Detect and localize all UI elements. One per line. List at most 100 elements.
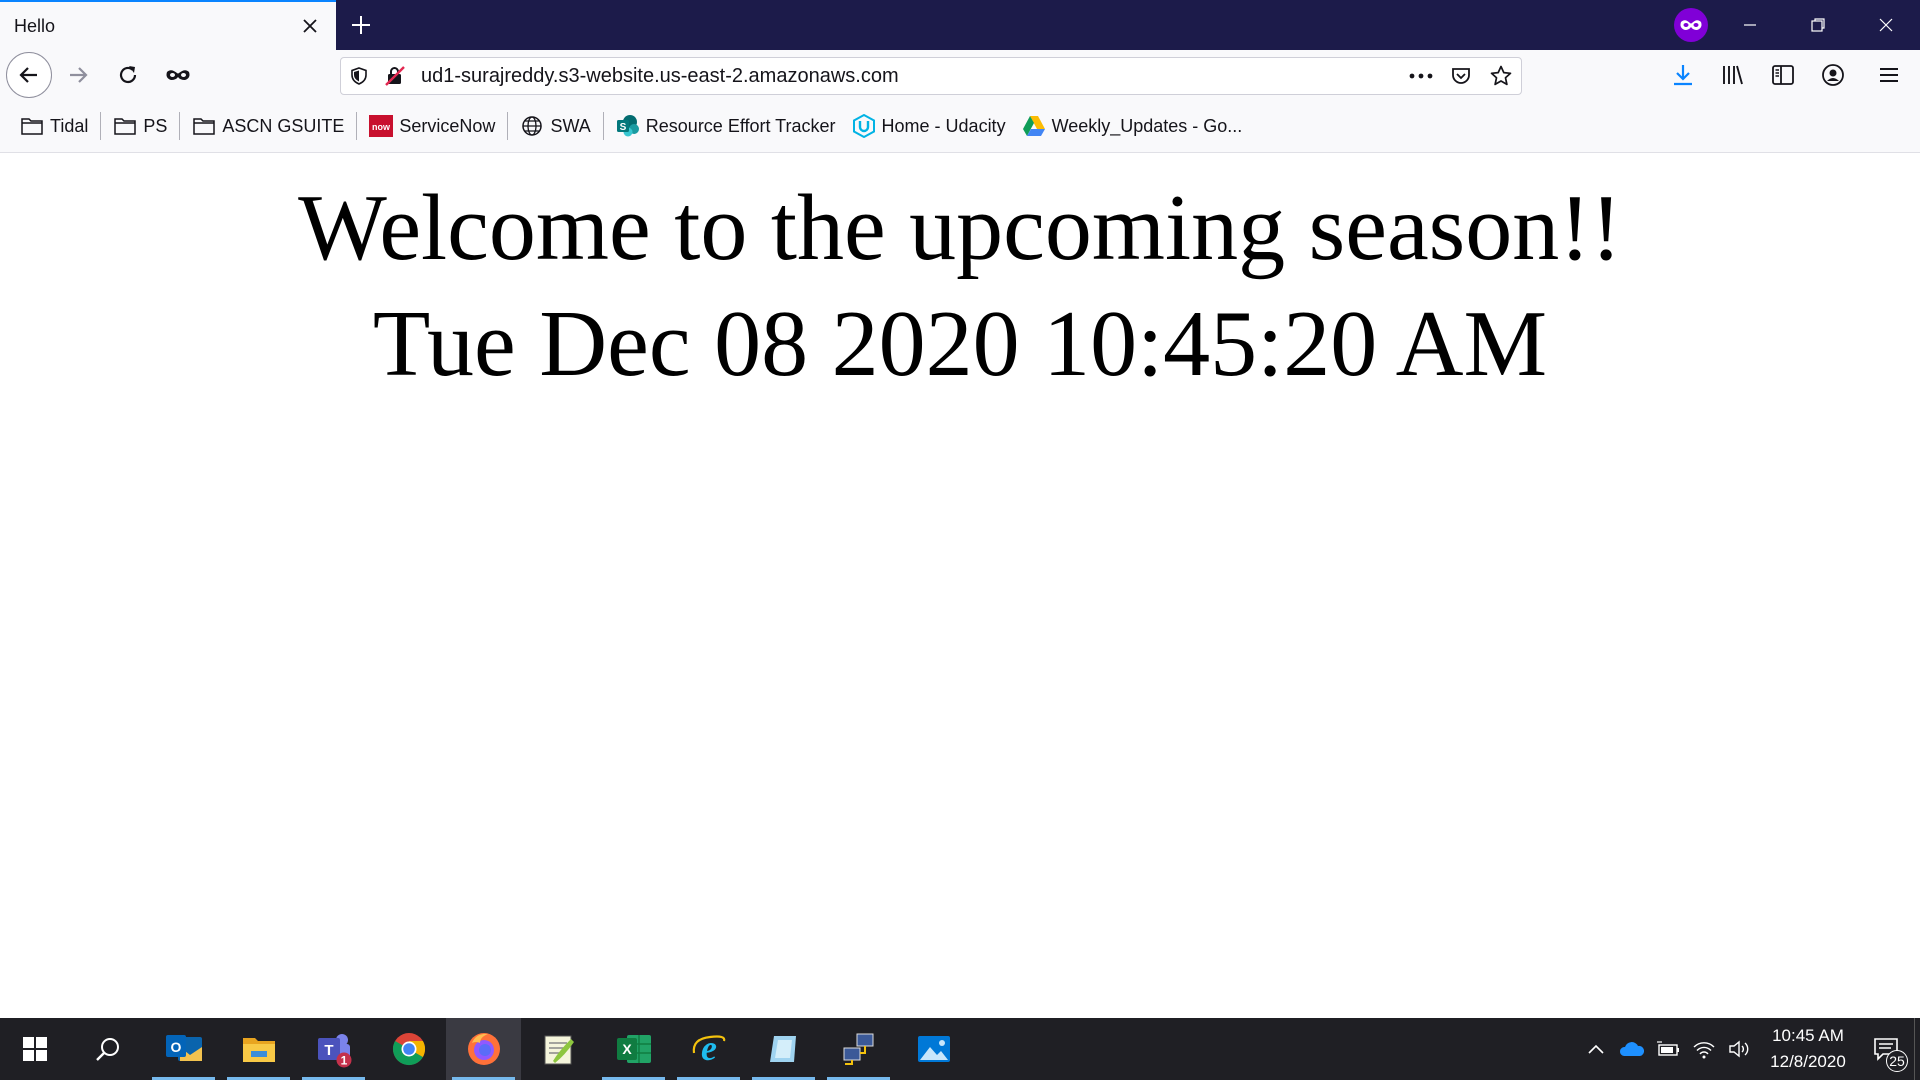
- bookmark-weekly-updates[interactable]: Weekly_Updates - Go...: [1014, 106, 1251, 146]
- taskbar-excel[interactable]: X: [596, 1018, 671, 1080]
- reload-button[interactable]: [104, 51, 152, 99]
- wifi-icon[interactable]: [1686, 1018, 1722, 1080]
- private-browsing-icon: [1666, 0, 1716, 50]
- download-icon[interactable]: [1659, 51, 1707, 99]
- search-icon: [96, 1038, 119, 1061]
- reload-icon: [119, 66, 137, 84]
- teams-icon: T1: [317, 1034, 351, 1068]
- clock-date: 12/8/2020: [1770, 1052, 1846, 1071]
- system-tray: 10:45 AM 12/8/2020 25: [1578, 1018, 1920, 1080]
- bookmark-tidal[interactable]: Tidal: [12, 106, 96, 146]
- windows-icon: [23, 1037, 47, 1061]
- taskbar-file-explorer[interactable]: [221, 1018, 296, 1080]
- bookmark-label: ASCN GSUITE: [222, 115, 345, 136]
- close-window-button[interactable]: [1852, 0, 1920, 50]
- taskbar-photos[interactable]: [896, 1018, 971, 1080]
- teams-badge: 1: [340, 1054, 347, 1068]
- more-actions-icon[interactable]: [1401, 58, 1441, 94]
- taskbar-outlook[interactable]: O: [146, 1018, 221, 1080]
- svg-text:S: S: [619, 122, 626, 133]
- search-button[interactable]: [70, 1018, 146, 1080]
- folder-icon: [113, 114, 137, 138]
- network-icon: [843, 1033, 873, 1065]
- excel-icon: X: [616, 1035, 651, 1063]
- menu-icon[interactable]: [1859, 51, 1919, 99]
- notification-count: 25: [1886, 1050, 1908, 1072]
- arrow-left-icon: [19, 67, 37, 83]
- forward-button[interactable]: [54, 51, 102, 99]
- volume-icon[interactable]: [1722, 1018, 1758, 1080]
- firefox-icon: [467, 1033, 500, 1065]
- tab-title: Hello: [14, 15, 56, 36]
- servicenow-icon: now: [369, 114, 394, 138]
- account-icon[interactable]: [1809, 51, 1857, 99]
- chevron-up-icon[interactable]: [1578, 1018, 1614, 1080]
- folder-icon: [20, 114, 44, 138]
- url-text[interactable]: ud1-surajreddy.s3-website.us-east-2.amaz…: [413, 65, 1401, 88]
- bookmark-label: PS: [143, 115, 168, 136]
- pocket-icon[interactable]: [1441, 58, 1481, 94]
- taskbar-internet-explorer[interactable]: e: [671, 1018, 746, 1080]
- onedrive-icon[interactable]: [1614, 1018, 1650, 1080]
- taskbar-app-blue[interactable]: [746, 1018, 821, 1080]
- windows-taskbar: O T1 X e 10:45 AM 12/8/2020 25: [0, 1018, 1920, 1080]
- taskbar-network-app[interactable]: [821, 1018, 896, 1080]
- outlook-icon: O: [165, 1035, 202, 1061]
- google-drive-icon: [1022, 114, 1046, 138]
- tab-active[interactable]: Hello: [0, 0, 336, 50]
- navigation-toolbar: ud1-surajreddy.s3-website.us-east-2.amaz…: [0, 50, 1920, 100]
- url-bar[interactable]: ud1-surajreddy.s3-website.us-east-2.amaz…: [340, 57, 1522, 95]
- insecure-lock-icon[interactable]: [377, 58, 413, 94]
- taskbar-notepad-plus[interactable]: [521, 1018, 596, 1080]
- bookmark-resource-effort-tracker[interactable]: S Resource Effort Tracker: [608, 106, 844, 146]
- battery-icon[interactable]: [1650, 1018, 1686, 1080]
- app-blue-icon: [769, 1036, 796, 1062]
- svg-text:now: now: [372, 122, 391, 132]
- svg-text:T: T: [324, 1042, 333, 1059]
- notepad-icon: [544, 1035, 574, 1065]
- bookmark-ascn-gsuite[interactable]: ASCN GSUITE: [184, 106, 352, 146]
- bookmark-swa[interactable]: SWA: [512, 106, 598, 146]
- svg-text:X: X: [622, 1041, 632, 1057]
- photos-icon: [917, 1036, 950, 1062]
- sidebar-icon[interactable]: [1759, 51, 1807, 99]
- close-icon[interactable]: [298, 14, 322, 38]
- internet-explorer-icon: e: [692, 1031, 725, 1067]
- page-datetime: Tue Dec 08 2020 10:45:20 AM: [372, 292, 1548, 396]
- action-center-button[interactable]: 25: [1858, 1018, 1914, 1080]
- bookmark-label: Home - Udacity: [881, 115, 1006, 136]
- taskbar-clock[interactable]: 10:45 AM 12/8/2020: [1758, 1023, 1858, 1075]
- back-button[interactable]: [6, 52, 52, 98]
- taskbar-chrome[interactable]: [371, 1018, 446, 1080]
- taskbar-teams[interactable]: T1: [296, 1018, 371, 1080]
- page-headline: Welcome to the upcoming season!!: [298, 176, 1622, 280]
- folder-icon: [242, 1038, 275, 1062]
- bookmark-label: Tidal: [50, 115, 89, 136]
- library-icon[interactable]: [1709, 51, 1757, 99]
- start-button[interactable]: [0, 1018, 70, 1080]
- folder-icon: [192, 114, 216, 138]
- shield-icon[interactable]: [341, 58, 377, 94]
- bookmarks-toolbar: Tidal PS ASCN GSUITE now ServiceNow SWA …: [0, 100, 1920, 153]
- star-icon[interactable]: [1481, 58, 1521, 94]
- sharepoint-icon: S: [616, 114, 640, 138]
- bookmark-servicenow[interactable]: now ServiceNow: [361, 106, 503, 146]
- taskbar-firefox[interactable]: [446, 1018, 521, 1080]
- page-content: Welcome to the upcoming season!! Tue Dec…: [0, 154, 1920, 1018]
- bookmark-label: ServiceNow: [399, 115, 496, 136]
- show-desktop-button[interactable]: [1914, 1018, 1920, 1080]
- minimize-button[interactable]: [1716, 0, 1784, 50]
- chrome-icon: [392, 1033, 425, 1066]
- new-tab-button[interactable]: [336, 0, 386, 50]
- bookmark-label: Resource Effort Tracker: [645, 115, 836, 136]
- arrow-right-icon: [70, 67, 88, 83]
- svg-text:O: O: [170, 1039, 181, 1055]
- bookmark-label: SWA: [550, 115, 591, 136]
- udacity-icon: [852, 114, 876, 138]
- bookmark-ps[interactable]: PS: [105, 106, 175, 146]
- tab-bar: Hello: [0, 0, 1920, 50]
- globe-icon: [520, 114, 544, 138]
- bookmark-home-udacity[interactable]: Home - Udacity: [844, 106, 1014, 146]
- restore-button[interactable]: [1784, 0, 1852, 50]
- bookmark-label: Weekly_Updates - Go...: [1051, 115, 1243, 136]
